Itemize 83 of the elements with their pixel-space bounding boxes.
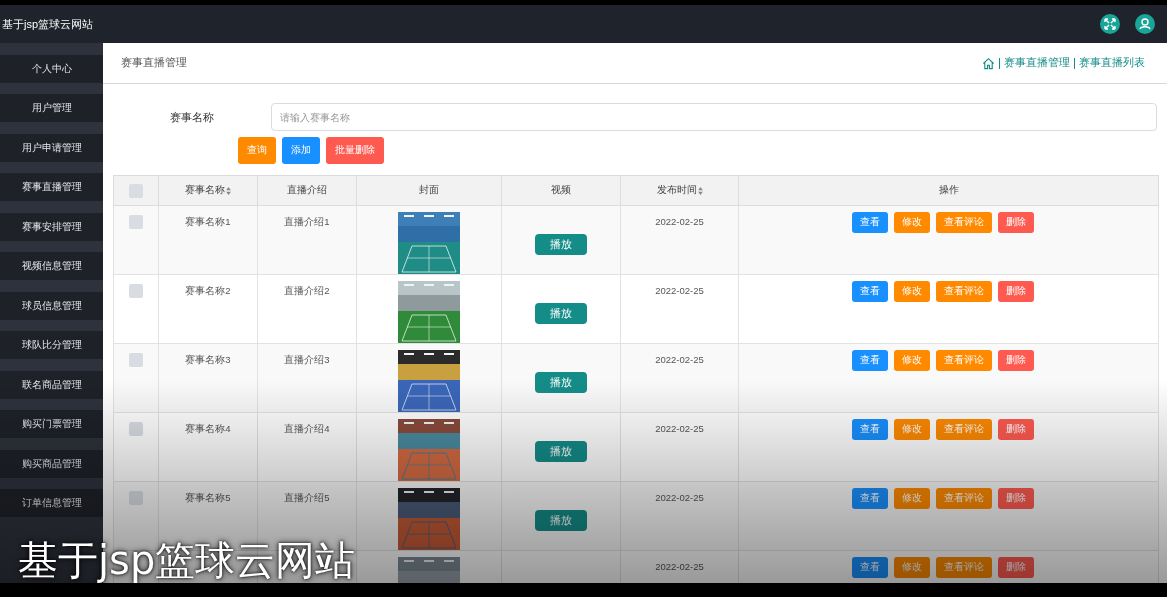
row-action-button[interactable]: 查看 [851, 212, 888, 233]
sidebar-item[interactable]: 赛事直播管理 [0, 173, 103, 201]
play-button[interactable]: 播放 [535, 510, 587, 531]
action-button[interactable]: 批量删除 [326, 137, 384, 164]
row-action-button[interactable]: 查看评论 [935, 281, 992, 302]
play-button[interactable]: 播放 [535, 303, 587, 324]
table-cell: 直播介绍4 [284, 423, 330, 436]
table-cell: 2022-02-25 [655, 423, 704, 434]
row-action-button[interactable]: 删除 [997, 212, 1034, 233]
action-button[interactable]: 添加 [282, 137, 320, 164]
row-checkbox[interactable] [129, 353, 143, 367]
page-title: 赛事直播管理 [121, 56, 187, 70]
table-cell: 2022-02-25 [655, 492, 704, 503]
user-icon[interactable] [1135, 14, 1155, 34]
play-button[interactable]: 播放 [535, 372, 587, 393]
row-action-button[interactable]: 修改 [893, 281, 930, 302]
sidebar-item[interactable]: 视频信息管理 [0, 252, 103, 280]
column-header[interactable]: 视频 [551, 184, 571, 197]
table-cell: 直播介绍3 [284, 354, 330, 367]
row-action-button[interactable]: 查看 [851, 488, 888, 509]
table-cell: 2022-02-25 [655, 285, 704, 296]
row-checkbox[interactable] [129, 215, 143, 229]
sidebar-item[interactable]: 用户管理 [0, 94, 103, 122]
column-header[interactable]: 发布时间 [656, 184, 697, 197]
row-action-button[interactable]: 修改 [893, 212, 930, 233]
row-action-button[interactable]: 查看评论 [935, 419, 992, 440]
row-action-button[interactable]: 删除 [997, 419, 1034, 440]
search-field[interactable]: 请输入赛事名称 [271, 103, 1157, 131]
sidebar-item[interactable]: 购买商品管理 [0, 449, 103, 478]
row-action-button[interactable]: 查看 [851, 281, 888, 302]
table-cell: 赛事名称5 [185, 492, 231, 505]
row-action-button[interactable]: 查看评论 [935, 350, 992, 371]
row-action-button[interactable]: 修改 [893, 488, 930, 509]
row-action-button[interactable]: 删除 [997, 281, 1034, 302]
row-checkbox[interactable] [129, 491, 143, 505]
table-cell: 赛事名称3 [185, 354, 231, 367]
column-header[interactable]: 赛事名称 [185, 184, 225, 197]
table-cell: 直播介绍5 [284, 492, 330, 505]
row-checkbox[interactable] [129, 422, 143, 436]
table-cell: 直播介绍1 [284, 216, 330, 229]
row-action-button[interactable]: 删除 [997, 350, 1034, 371]
table-cell: 2022-02-25 [655, 354, 704, 365]
column-header[interactable]: 封面 [419, 184, 439, 197]
sidebar-item[interactable]: 订单信息管理 [0, 489, 103, 517]
sort-icon[interactable] [697, 186, 703, 195]
fullscreen-icon[interactable] [1100, 14, 1120, 34]
table-cell: 赛事名称4 [185, 423, 231, 436]
table-cell: 2022-02-25 [655, 561, 704, 572]
row-checkbox[interactable] [129, 284, 143, 298]
row-action-button[interactable]: 删除 [997, 488, 1034, 509]
sidebar-item[interactable]: 赛事安排管理 [0, 212, 103, 241]
site-title: 基于jsp篮球云网站 [2, 16, 94, 32]
sidebar-item[interactable]: 购买门票管理 [0, 410, 103, 438]
row-action-button[interactable]: 查看评论 [935, 212, 992, 233]
table-cell: 赛事名称1 [185, 216, 231, 229]
action-button[interactable]: 查询 [238, 137, 276, 164]
sort-icon[interactable] [226, 186, 231, 195]
table-cell: 2022-02-25 [655, 216, 704, 227]
column-header[interactable]: 操作 [938, 184, 959, 197]
play-button[interactable]: 播放 [535, 441, 587, 462]
sidebar-item[interactable]: 用户申请管理 [0, 133, 103, 162]
row-action-button[interactable]: 修改 [893, 419, 930, 440]
breadcrumb-link[interactable]: 赛事直播列表 [1079, 56, 1145, 70]
row-action-button[interactable]: 修改 [893, 350, 930, 371]
row-action-button[interactable]: 删除 [997, 557, 1034, 578]
row-action-button[interactable]: 查看评论 [935, 557, 992, 578]
row-action-button[interactable]: 查看评论 [935, 488, 992, 509]
row-action-button[interactable]: 修改 [893, 557, 930, 578]
play-button[interactable]: 播放 [535, 234, 587, 255]
breadcrumb-link[interactable]: 赛事直播管理 [1004, 56, 1070, 70]
table-cell: 赛事名称2 [185, 285, 231, 298]
table-cell: 直播介绍2 [284, 285, 330, 298]
sidebar-item[interactable]: 球员信息管理 [0, 291, 103, 320]
select-all-checkbox[interactable] [129, 183, 143, 198]
row-action-button[interactable]: 查看 [851, 419, 888, 440]
sidebar-item[interactable]: 个人中心 [0, 54, 103, 83]
row-action-button[interactable]: 查看 [851, 350, 888, 371]
sidebar-item[interactable]: 球队比分管理 [0, 331, 103, 359]
row-action-button[interactable]: 查看 [851, 557, 888, 578]
search-label: 赛事名称 [169, 109, 215, 125]
column-header[interactable]: 直播介绍 [287, 184, 327, 197]
sidebar-item[interactable]: 联名商品管理 [0, 370, 103, 399]
home-icon[interactable] [982, 56, 995, 70]
